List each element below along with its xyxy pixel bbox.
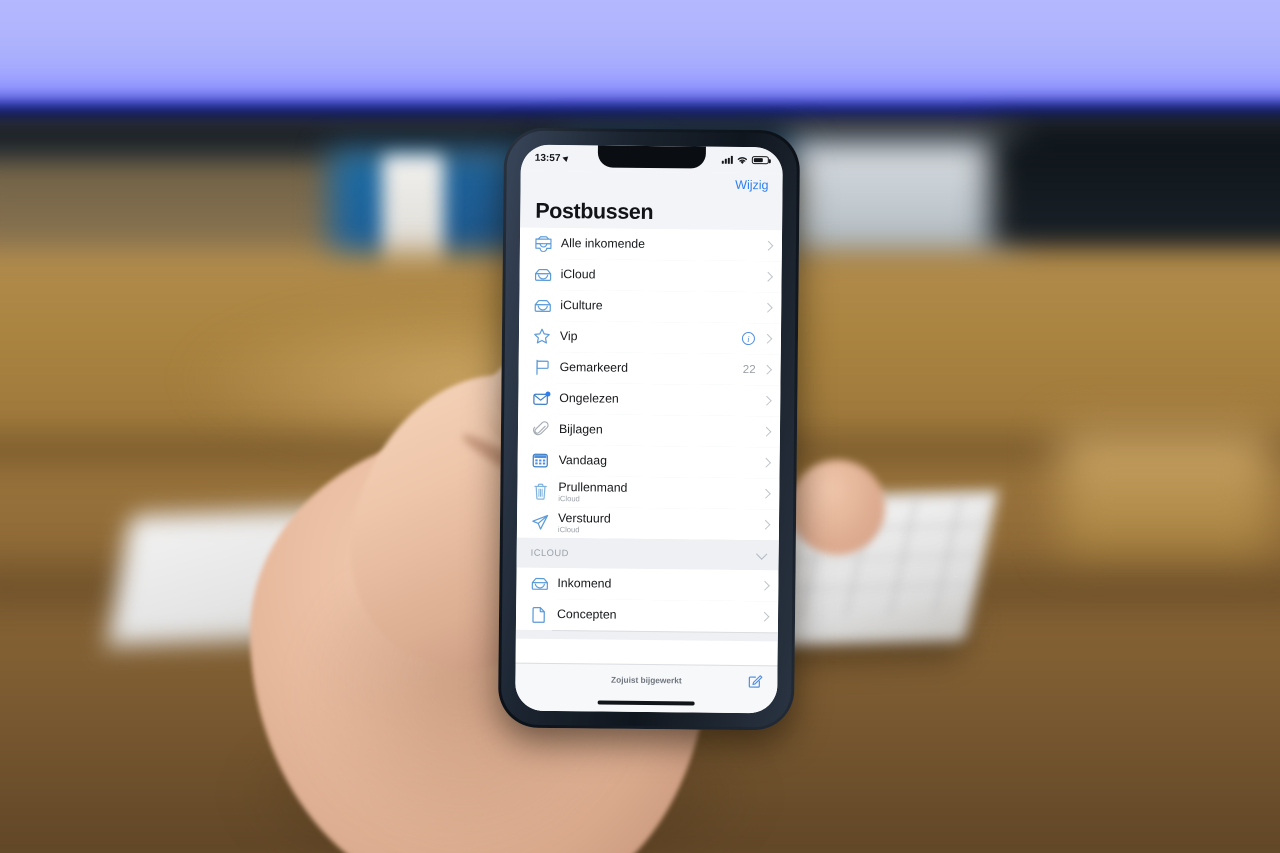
photo-scene: 13:57 Wijzig Postbussen Alle inkomende i… [0,0,1280,853]
compose-icon[interactable] [747,673,763,689]
mailbox-row-label: Prullenmand [558,479,628,495]
mailbox-row[interactable]: Ongelezen [518,382,781,417]
paper-plane-icon [529,512,551,532]
chevron-right-icon [759,580,770,591]
chevron-right-icon [762,333,773,344]
mailbox-row-label: Verstuurd [557,510,611,526]
mailbox-row-text: Gemarkeerd [560,360,743,376]
document-icon [528,604,550,624]
chevron-right-icon [763,240,774,251]
chevron-right-icon [762,364,773,375]
chevron-right-icon [759,611,770,622]
mailbox-row-label: Gemarkeerd [559,360,629,376]
mailbox-row-subtitle: iCloud [558,494,580,504]
mailbox-row-text: iCulture [560,298,762,314]
mailbox-row[interactable]: iCloud [519,258,782,293]
inbox-tray-icon [532,264,554,284]
mailbox-row-label: Concepten [556,607,617,623]
mailbox-row-text: Vandaag [559,453,761,469]
mailbox-row-subtitle: iCloud [557,525,580,535]
section-header-icloud[interactable]: ICLOUD [516,537,779,571]
section-header-label: ICLOUD [530,547,569,559]
hand-finger [790,460,885,555]
mailbox-footer: Zojuist bijgewerkt [515,662,778,714]
mailbox-row[interactable]: Concepten [515,598,779,633]
mailbox-row[interactable]: Vip i [518,320,782,355]
inbox-tray-icon [528,573,550,593]
edit-button[interactable]: Wijzig [735,178,768,192]
inbox-tray-icon [531,295,553,315]
mailbox-row[interactable]: Inkomend [516,567,779,602]
status-bar-left: 13:57 [534,152,570,164]
flag-icon [531,357,553,377]
calendar-icon [530,450,552,470]
chevron-right-icon [761,395,772,406]
trash-icon [529,481,551,501]
background-right-foreground [1060,430,1270,550]
status-time: 13:57 [534,152,561,164]
mailbox-row-text: Concepten [557,607,759,623]
mailbox-list[interactable]: Alle inkomende iCloud iCulture Vip i Gemarkee… [515,227,783,714]
chevron-right-icon [761,426,772,437]
mailbox-row-text: iCloud [561,267,763,283]
background-monitor-glow [0,0,1280,120]
info-icon[interactable]: i [741,331,756,346]
mailbox-row-label: Ongelezen [559,391,619,407]
mailbox-row-label: Vip [559,329,578,344]
page-title: Postbussen [535,198,654,225]
chevron-right-icon [760,519,771,530]
mailbox-row-text: Vip [560,329,742,345]
mailbox-row-text: Bijlagen [559,422,761,438]
mailbox-row-text: Ongelezen [559,391,761,407]
mailbox-row-label: Inkomend [557,576,612,592]
chevron-right-icon [763,271,774,282]
display-notch [597,145,706,169]
mailbox-row-label: iCloud [560,267,596,282]
phone-screen: 13:57 Wijzig Postbussen Alle inkomende i… [515,144,783,714]
chevron-right-icon [761,457,772,468]
mailbox-row-text: Prullenmand iCloud [558,480,760,506]
paperclip-icon [530,419,552,439]
mailbox-row[interactable]: Vandaag [517,444,780,479]
cellular-signal-icon [721,155,733,164]
smartphone-device: 13:57 Wijzig Postbussen Alle inkomende i… [497,127,801,731]
mailbox-row[interactable]: Prullenmand iCloud [517,475,780,510]
mailbox-row-label: Bijlagen [558,422,603,437]
mailbox-row[interactable]: iCulture [519,289,782,324]
mailbox-row[interactable]: Verstuurd iCloud [516,506,780,541]
mailbox-row[interactable]: Alle inkomende [519,227,783,262]
mailbox-row[interactable]: Gemarkeerd 22 [518,351,781,386]
mailbox-rows: Alle inkomende iCloud iCulture Vip i Gemarkee… [516,227,783,541]
star-icon [531,326,553,346]
mailbox-row-text: Verstuurd iCloud [558,511,760,537]
section-rows-icloud: Inkomend Concepten [515,567,779,633]
mailbox-row-label: iCulture [560,298,603,313]
mailbox-row-text: Alle inkomende [561,236,763,252]
mailbox-row[interactable]: Bijlagen [517,413,781,448]
background-right-object [790,140,1020,270]
mailbox-row-text: Inkomend [557,576,759,592]
chevron-right-icon [760,488,771,499]
wifi-icon [737,155,748,164]
home-indicator[interactable] [597,700,695,706]
battery-icon [751,155,769,165]
mailbox-row-label: Alle inkomende [560,236,646,252]
footer-status-text: Zojuist bijgewerkt [611,674,682,686]
unread-envelope-icon [530,388,552,408]
chevron-down-icon[interactable] [756,548,768,560]
mailbox-row-label: Vandaag [558,453,608,468]
all-inboxes-icon [532,233,554,253]
location-arrow-icon [562,154,570,163]
mailbox-row-count: 22 [742,363,756,376]
navigation-bar: Wijzig Postbussen [520,170,783,231]
background-right-dark-area [990,128,1280,258]
status-bar-right [721,155,769,165]
chevron-right-icon [762,302,773,313]
